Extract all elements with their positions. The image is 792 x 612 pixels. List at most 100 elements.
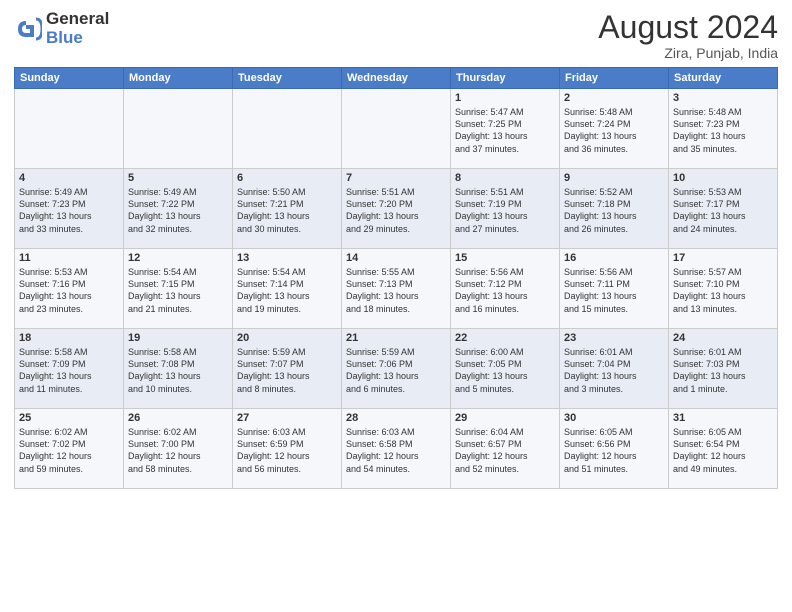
day-info: Sunrise: 5:48 AM Sunset: 7:23 PM Dayligh… [673, 106, 773, 155]
location: Zira, Punjab, India [598, 45, 778, 61]
calendar-day-cell: 24 Sunrise: 6:01 AM Sunset: 7:03 PM Dayli… [669, 329, 778, 409]
day-info: Sunrise: 6:02 AM Sunset: 7:00 PM Dayligh… [128, 426, 228, 475]
day-number: 18 [19, 332, 119, 344]
day-number: 12 [128, 252, 228, 264]
day-number: 16 [564, 252, 664, 264]
day-number: 11 [19, 252, 119, 264]
day-number: 15 [455, 252, 555, 264]
day-info: Sunrise: 6:00 AM Sunset: 7:05 PM Dayligh… [455, 346, 555, 395]
calendar-week-row: 18 Sunrise: 5:58 AM Sunset: 7:09 PM Dayli… [15, 329, 778, 409]
day-info: Sunrise: 5:55 AM Sunset: 7:13 PM Dayligh… [346, 266, 446, 315]
day-info: Sunrise: 5:51 AM Sunset: 7:20 PM Dayligh… [346, 186, 446, 235]
calendar-day-cell: 2 Sunrise: 5:48 AM Sunset: 7:24 PM Daylig… [560, 89, 669, 169]
day-number: 24 [673, 332, 773, 344]
empty-calendar-cell [15, 89, 124, 169]
day-number: 21 [346, 332, 446, 344]
day-number: 25 [19, 412, 119, 424]
logo-text: General Blue [46, 10, 109, 47]
calendar-day-cell: 13Sunrise: 5:54 AM Sunset: 7:14 PM Dayli… [233, 249, 342, 329]
day-info: Sunrise: 6:01 AM Sunset: 7:04 PM Dayligh… [564, 346, 664, 395]
month-title: August 2024 [598, 10, 778, 45]
calendar-day-cell: 14 Sunrise: 5:55 AM Sunset: 7:13 PM Dayli… [342, 249, 451, 329]
calendar-day-cell: 10 Sunrise: 5:53 AM Sunset: 7:17 PM Dayli… [669, 169, 778, 249]
day-info: Sunrise: 5:50 AM Sunset: 7:21 PM Dayligh… [237, 186, 337, 235]
day-number: 10 [673, 172, 773, 184]
weekday-header-tuesday: Tuesday [233, 68, 342, 89]
day-info: Sunrise: 5:52 AM Sunset: 7:18 PM Dayligh… [564, 186, 664, 235]
day-info: Sunrise: 6:01 AM Sunset: 7:03 PM Dayligh… [673, 346, 773, 395]
day-info: Sunrise: 5:59 AM Sunset: 7:07 PM Dayligh… [237, 346, 337, 395]
weekday-header-friday: Friday [560, 68, 669, 89]
day-info: Sunrise: 5:51 AM Sunset: 7:19 PM Dayligh… [455, 186, 555, 235]
day-info: Sunrise: 5:59 AM Sunset: 7:06 PM Dayligh… [346, 346, 446, 395]
calendar-day-cell: 27 Sunrise: 6:03 AM Sunset: 6:59 PM Dayli… [233, 409, 342, 489]
day-number: 17 [673, 252, 773, 264]
empty-calendar-cell [124, 89, 233, 169]
empty-calendar-cell [342, 89, 451, 169]
day-info: Sunrise: 5:58 AM Sunset: 7:09 PM Dayligh… [19, 346, 119, 395]
day-info: Sunrise: 5:49 AM Sunset: 7:22 PM Dayligh… [128, 186, 228, 235]
calendar-day-cell: 25 Sunrise: 6:02 AM Sunset: 7:02 PM Dayli… [15, 409, 124, 489]
title-block: August 2024 Zira, Punjab, India [598, 10, 778, 61]
day-number: 2 [564, 92, 664, 104]
day-info: Sunrise: 5:56 AM Sunset: 7:11 PM Dayligh… [564, 266, 664, 315]
day-info: Sunrise: 6:03 AM Sunset: 6:58 PM Dayligh… [346, 426, 446, 475]
calendar-day-cell: 8 Sunrise: 5:51 AM Sunset: 7:19 PM Daylig… [451, 169, 560, 249]
calendar-day-cell: 1 Sunrise: 5:47 AM Sunset: 7:25 PM Daylig… [451, 89, 560, 169]
weekday-header-sunday: Sunday [15, 68, 124, 89]
day-number: 4 [19, 172, 119, 184]
calendar-day-cell: 30 Sunrise: 6:05 AM Sunset: 6:56 PM Dayli… [560, 409, 669, 489]
calendar-page: General Blue August 2024 Zira, Punjab, I… [0, 0, 792, 612]
day-info: Sunrise: 5:58 AM Sunset: 7:08 PM Dayligh… [128, 346, 228, 395]
day-info: Sunrise: 5:53 AM Sunset: 7:16 PM Dayligh… [19, 266, 119, 315]
weekday-header-thursday: Thursday [451, 68, 560, 89]
day-number: 8 [455, 172, 555, 184]
day-info: Sunrise: 6:03 AM Sunset: 6:59 PM Dayligh… [237, 426, 337, 475]
day-number: 27 [237, 412, 337, 424]
calendar-day-cell: 7 Sunrise: 5:51 AM Sunset: 7:20 PM Daylig… [342, 169, 451, 249]
day-number: 23 [564, 332, 664, 344]
calendar-day-cell: 18 Sunrise: 5:58 AM Sunset: 7:09 PM Dayli… [15, 329, 124, 409]
day-number: 5 [128, 172, 228, 184]
day-number: 6 [237, 172, 337, 184]
day-number: 3 [673, 92, 773, 104]
day-info: Sunrise: 5:53 AM Sunset: 7:17 PM Dayligh… [673, 186, 773, 235]
day-info: Sunrise: 6:05 AM Sunset: 6:56 PM Dayligh… [564, 426, 664, 475]
calendar-week-row: 1 Sunrise: 5:47 AM Sunset: 7:25 PM Daylig… [15, 89, 778, 169]
calendar-day-cell: 20 Sunrise: 5:59 AM Sunset: 7:07 PM Dayli… [233, 329, 342, 409]
calendar-day-cell: 23 Sunrise: 6:01 AM Sunset: 7:04 PM Dayli… [560, 329, 669, 409]
calendar-day-cell: 29 Sunrise: 6:04 AM Sunset: 6:57 PM Dayli… [451, 409, 560, 489]
calendar-day-cell: 4Sunrise: 5:49 AM Sunset: 7:23 PM Daylig… [15, 169, 124, 249]
calendar-day-cell: 26Sunrise: 6:02 AM Sunset: 7:00 PM Dayli… [124, 409, 233, 489]
calendar-day-cell: 9 Sunrise: 5:52 AM Sunset: 7:18 PM Daylig… [560, 169, 669, 249]
day-info: Sunrise: 6:04 AM Sunset: 6:57 PM Dayligh… [455, 426, 555, 475]
day-number: 14 [346, 252, 446, 264]
day-number: 28 [346, 412, 446, 424]
day-number: 7 [346, 172, 446, 184]
day-number: 9 [564, 172, 664, 184]
day-number: 30 [564, 412, 664, 424]
calendar-week-row: 25 Sunrise: 6:02 AM Sunset: 7:02 PM Dayli… [15, 409, 778, 489]
header: General Blue August 2024 Zira, Punjab, I… [14, 10, 778, 61]
day-info: Sunrise: 5:48 AM Sunset: 7:24 PM Dayligh… [564, 106, 664, 155]
calendar-week-row: 4Sunrise: 5:49 AM Sunset: 7:23 PM Daylig… [15, 169, 778, 249]
logo: General Blue [14, 10, 109, 47]
day-info: Sunrise: 5:47 AM Sunset: 7:25 PM Dayligh… [455, 106, 555, 155]
day-number: 20 [237, 332, 337, 344]
calendar-day-cell: 12Sunrise: 5:54 AM Sunset: 7:15 PM Dayli… [124, 249, 233, 329]
calendar-day-cell: 6 Sunrise: 5:50 AM Sunset: 7:21 PM Daylig… [233, 169, 342, 249]
calendar-day-cell: 22Sunrise: 6:00 AM Sunset: 7:05 PM Dayli… [451, 329, 560, 409]
weekday-header-wednesday: Wednesday [342, 68, 451, 89]
calendar-day-cell: 15Sunrise: 5:56 AM Sunset: 7:12 PM Dayli… [451, 249, 560, 329]
day-number: 29 [455, 412, 555, 424]
day-info: Sunrise: 5:57 AM Sunset: 7:10 PM Dayligh… [673, 266, 773, 315]
calendar-week-row: 11 Sunrise: 5:53 AM Sunset: 7:16 PM Dayli… [15, 249, 778, 329]
calendar-day-cell: 16 Sunrise: 5:56 AM Sunset: 7:11 PM Dayli… [560, 249, 669, 329]
calendar-day-cell: 19Sunrise: 5:58 AM Sunset: 7:08 PM Dayli… [124, 329, 233, 409]
day-info: Sunrise: 6:02 AM Sunset: 7:02 PM Dayligh… [19, 426, 119, 475]
logo-icon [14, 15, 42, 43]
weekday-header-row: SundayMondayTuesdayWednesdayThursdayFrid… [15, 68, 778, 89]
day-info: Sunrise: 5:54 AM Sunset: 7:14 PM Dayligh… [237, 266, 337, 315]
day-number: 1 [455, 92, 555, 104]
calendar-day-cell: 28 Sunrise: 6:03 AM Sunset: 6:58 PM Dayli… [342, 409, 451, 489]
